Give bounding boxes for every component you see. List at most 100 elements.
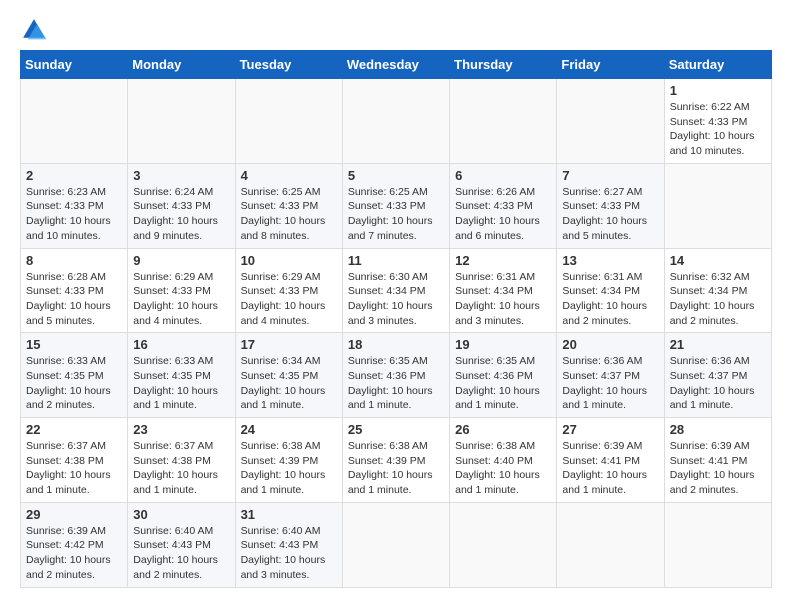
calendar-cell	[128, 79, 235, 164]
day-number: 28	[670, 422, 766, 437]
day-info: Sunrise: 6:34 AMSunset: 4:35 PMDaylight:…	[241, 354, 337, 413]
day-info: Sunrise: 6:29 AMSunset: 4:33 PMDaylight:…	[241, 270, 337, 329]
day-number: 27	[562, 422, 658, 437]
day-info: Sunrise: 6:23 AMSunset: 4:33 PMDaylight:…	[26, 185, 122, 244]
calendar-cell: 29 Sunrise: 6:39 AMSunset: 4:42 PMDayligh…	[21, 502, 128, 587]
day-header-friday: Friday	[557, 51, 664, 79]
calendar-cell: 1 Sunrise: 6:22 AMSunset: 4:33 PMDaylight…	[664, 79, 771, 164]
day-number: 20	[562, 337, 658, 352]
calendar-week-row: 15 Sunrise: 6:33 AMSunset: 4:35 PMDayligh…	[21, 333, 772, 418]
day-number: 16	[133, 337, 229, 352]
calendar-cell	[450, 79, 557, 164]
day-info: Sunrise: 6:40 AMSunset: 4:43 PMDaylight:…	[133, 524, 229, 583]
calendar-cell: 19 Sunrise: 6:35 AMSunset: 4:36 PMDayligh…	[450, 333, 557, 418]
calendar-cell	[664, 502, 771, 587]
day-info: Sunrise: 6:37 AMSunset: 4:38 PMDaylight:…	[26, 439, 122, 498]
day-number: 21	[670, 337, 766, 352]
calendar-cell: 20 Sunrise: 6:36 AMSunset: 4:37 PMDayligh…	[557, 333, 664, 418]
calendar-header-row: SundayMondayTuesdayWednesdayThursdayFrid…	[21, 51, 772, 79]
day-number: 2	[26, 168, 122, 183]
day-number: 26	[455, 422, 551, 437]
day-number: 14	[670, 253, 766, 268]
day-number: 18	[348, 337, 444, 352]
day-info: Sunrise: 6:39 AMSunset: 4:42 PMDaylight:…	[26, 524, 122, 583]
day-info: Sunrise: 6:40 AMSunset: 4:43 PMDaylight:…	[241, 524, 337, 583]
day-number: 30	[133, 507, 229, 522]
day-info: Sunrise: 6:27 AMSunset: 4:33 PMDaylight:…	[562, 185, 658, 244]
day-info: Sunrise: 6:39 AMSunset: 4:41 PMDaylight:…	[562, 439, 658, 498]
page-header	[20, 16, 772, 44]
day-number: 22	[26, 422, 122, 437]
calendar-cell: 11 Sunrise: 6:30 AMSunset: 4:34 PMDayligh…	[342, 248, 449, 333]
day-number: 4	[241, 168, 337, 183]
day-number: 13	[562, 253, 658, 268]
calendar-cell: 27 Sunrise: 6:39 AMSunset: 4:41 PMDayligh…	[557, 418, 664, 503]
day-number: 5	[348, 168, 444, 183]
day-info: Sunrise: 6:35 AMSunset: 4:36 PMDaylight:…	[455, 354, 551, 413]
day-info: Sunrise: 6:38 AMSunset: 4:40 PMDaylight:…	[455, 439, 551, 498]
day-info: Sunrise: 6:25 AMSunset: 4:33 PMDaylight:…	[241, 185, 337, 244]
day-number: 29	[26, 507, 122, 522]
day-number: 24	[241, 422, 337, 437]
day-number: 11	[348, 253, 444, 268]
day-header-wednesday: Wednesday	[342, 51, 449, 79]
day-number: 12	[455, 253, 551, 268]
day-info: Sunrise: 6:30 AMSunset: 4:34 PMDaylight:…	[348, 270, 444, 329]
day-info: Sunrise: 6:24 AMSunset: 4:33 PMDaylight:…	[133, 185, 229, 244]
day-number: 9	[133, 253, 229, 268]
day-number: 25	[348, 422, 444, 437]
day-number: 15	[26, 337, 122, 352]
calendar-cell: 28Sunrise: 6:39 AMSunset: 4:41 PMDayligh…	[664, 418, 771, 503]
day-info: Sunrise: 6:22 AMSunset: 4:33 PMDaylight:…	[670, 100, 766, 159]
day-number: 23	[133, 422, 229, 437]
calendar-cell: 7 Sunrise: 6:27 AMSunset: 4:33 PMDaylight…	[557, 163, 664, 248]
day-info: Sunrise: 6:25 AMSunset: 4:33 PMDaylight:…	[348, 185, 444, 244]
day-number: 6	[455, 168, 551, 183]
day-number: 3	[133, 168, 229, 183]
calendar-cell: 23Sunrise: 6:37 AMSunset: 4:38 PMDayligh…	[128, 418, 235, 503]
logo-icon	[20, 16, 48, 44]
day-number: 17	[241, 337, 337, 352]
calendar-week-row: 8 Sunrise: 6:28 AMSunset: 4:33 PMDaylight…	[21, 248, 772, 333]
day-info: Sunrise: 6:28 AMSunset: 4:33 PMDaylight:…	[26, 270, 122, 329]
calendar-cell: 3 Sunrise: 6:24 AMSunset: 4:33 PMDaylight…	[128, 163, 235, 248]
day-header-saturday: Saturday	[664, 51, 771, 79]
day-number: 7	[562, 168, 658, 183]
day-info: Sunrise: 6:26 AMSunset: 4:33 PMDaylight:…	[455, 185, 551, 244]
day-info: Sunrise: 6:33 AMSunset: 4:35 PMDaylight:…	[26, 354, 122, 413]
day-number: 19	[455, 337, 551, 352]
calendar-week-row: 29 Sunrise: 6:39 AMSunset: 4:42 PMDayligh…	[21, 502, 772, 587]
calendar-week-row: 22 Sunrise: 6:37 AMSunset: 4:38 PMDayligh…	[21, 418, 772, 503]
day-header-thursday: Thursday	[450, 51, 557, 79]
day-info: Sunrise: 6:36 AMSunset: 4:37 PMDaylight:…	[562, 354, 658, 413]
calendar-cell: 15 Sunrise: 6:33 AMSunset: 4:35 PMDayligh…	[21, 333, 128, 418]
calendar-cell: 8 Sunrise: 6:28 AMSunset: 4:33 PMDaylight…	[21, 248, 128, 333]
day-info: Sunrise: 6:31 AMSunset: 4:34 PMDaylight:…	[455, 270, 551, 329]
calendar-cell	[342, 502, 449, 587]
calendar-cell: 30 Sunrise: 6:40 AMSunset: 4:43 PMDayligh…	[128, 502, 235, 587]
day-number: 10	[241, 253, 337, 268]
calendar-cell: 21Sunrise: 6:36 AMSunset: 4:37 PMDayligh…	[664, 333, 771, 418]
calendar-cell: 24Sunrise: 6:38 AMSunset: 4:39 PMDayligh…	[235, 418, 342, 503]
day-info: Sunrise: 6:31 AMSunset: 4:34 PMDaylight:…	[562, 270, 658, 329]
calendar-cell: 14 Sunrise: 6:32 AMSunset: 4:34 PMDayligh…	[664, 248, 771, 333]
day-info: Sunrise: 6:33 AMSunset: 4:35 PMDaylight:…	[133, 354, 229, 413]
calendar-cell: 13 Sunrise: 6:31 AMSunset: 4:34 PMDayligh…	[557, 248, 664, 333]
calendar-cell: 10 Sunrise: 6:29 AMSunset: 4:33 PMDayligh…	[235, 248, 342, 333]
day-number: 1	[670, 83, 766, 98]
calendar-cell: 16 Sunrise: 6:33 AMSunset: 4:35 PMDayligh…	[128, 333, 235, 418]
calendar-cell: 6 Sunrise: 6:26 AMSunset: 4:33 PMDaylight…	[450, 163, 557, 248]
calendar-cell: 2 Sunrise: 6:23 AMSunset: 4:33 PMDaylight…	[21, 163, 128, 248]
day-number: 8	[26, 253, 122, 268]
day-info: Sunrise: 6:32 AMSunset: 4:34 PMDaylight:…	[670, 270, 766, 329]
calendar-cell	[342, 79, 449, 164]
day-header-monday: Monday	[128, 51, 235, 79]
calendar-cell: 25Sunrise: 6:38 AMSunset: 4:39 PMDayligh…	[342, 418, 449, 503]
calendar-week-row: 1 Sunrise: 6:22 AMSunset: 4:33 PMDaylight…	[21, 79, 772, 164]
calendar-cell	[557, 79, 664, 164]
calendar-cell: 5 Sunrise: 6:25 AMSunset: 4:33 PMDaylight…	[342, 163, 449, 248]
calendar-cell	[664, 163, 771, 248]
calendar-cell	[450, 502, 557, 587]
calendar-cell: 31Sunrise: 6:40 AMSunset: 4:43 PMDayligh…	[235, 502, 342, 587]
calendar-week-row: 2 Sunrise: 6:23 AMSunset: 4:33 PMDaylight…	[21, 163, 772, 248]
